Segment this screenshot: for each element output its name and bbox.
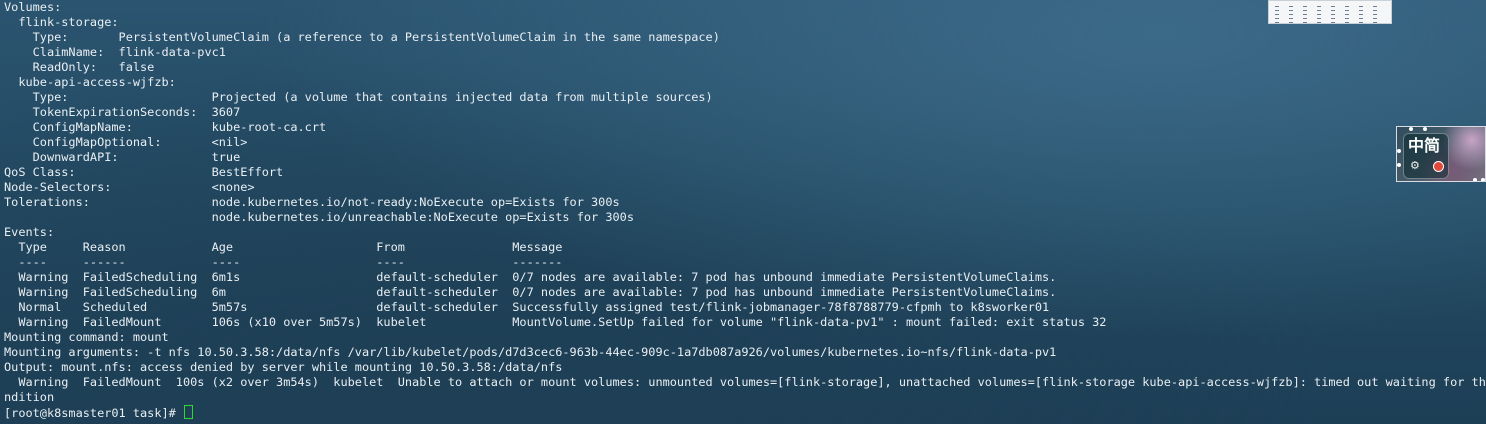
resize-handle[interactable]	[1397, 163, 1401, 167]
thumbnail-row	[1275, 22, 1385, 23]
terminal-line: Mounting arguments: -t nfs 10.50.3.58:/d…	[4, 345, 1057, 359]
ime-mode-label[interactable]: 中简	[1408, 136, 1440, 156]
terminal-line: Node-Selectors: <none>	[4, 180, 255, 194]
thumbnail-row	[1275, 14, 1385, 15]
terminal-line: ConfigMapOptional: <nil>	[4, 135, 248, 149]
thumbnail-row	[1275, 10, 1385, 11]
record-dot-icon[interactable]	[1434, 162, 1443, 171]
terminal-line: ConfigMapName: kube-root-ca.crt	[4, 120, 327, 134]
terminal-line: flink-storage:	[4, 15, 119, 29]
resize-handle[interactable]	[1409, 127, 1413, 131]
terminal-line: ReadOnly: false	[4, 60, 155, 74]
resize-handle[interactable]	[1473, 178, 1477, 181]
terminal-line: node.kubernetes.io/unreachable:NoExecute…	[4, 210, 634, 224]
terminal-line: Warning FailedMount 100s (x2 over 3m54s)…	[4, 375, 1486, 389]
resize-handle[interactable]	[1397, 149, 1401, 153]
thumbnail-row	[1275, 6, 1385, 7]
terminal-line: Normal Scheduled 5m57s default-scheduler…	[4, 300, 1050, 314]
ime-panel[interactable]: 中简 ⚙	[1403, 133, 1449, 179]
terminal-line: kube-api-access-wjfzb:	[4, 75, 176, 89]
terminal-prompt-line[interactable]: [root@k8smaster01 task]#	[4, 405, 1486, 420]
terminal-output[interactable]: Volumes: flink-storage: Type: Persistent…	[4, 0, 1486, 420]
terminal-line: Warning FailedMount 106s (x10 over 5m57s…	[4, 315, 1107, 329]
terminal-line: Type Reason Age From Message	[4, 240, 563, 254]
terminal-line: Tolerations: node.kubernetes.io/not-read…	[4, 195, 620, 209]
window-thumbnail[interactable]	[1268, 0, 1392, 24]
ime-widget[interactable]: 中简 ⚙	[1396, 126, 1486, 182]
terminal-line: ---- ------ ---- ---- -------	[4, 255, 563, 269]
terminal-line: TokenExpirationSeconds: 3607	[4, 105, 241, 119]
resize-handle[interactable]	[1423, 127, 1427, 131]
terminal-line: Volumes:	[4, 0, 62, 14]
text-cursor	[183, 405, 193, 419]
gear-icon[interactable]: ⚙	[1410, 160, 1420, 172]
terminal-line: Warning FailedScheduling 6m default-sche…	[4, 285, 1057, 299]
thumbnail-row	[1275, 18, 1385, 19]
terminal-line: ClaimName: flink-data-pvc1	[4, 45, 226, 59]
terminal-line: Output: mount.nfs: access denied by serv…	[4, 360, 563, 374]
terminal-line: DownwardAPI: true	[4, 150, 241, 164]
terminal-line: Type: Projected (a volume that contains …	[4, 90, 713, 104]
terminal-line: ndition	[4, 390, 55, 404]
terminal-line: QoS Class: BestEffort	[4, 165, 284, 179]
terminal-line: Warning FailedScheduling 6m1s default-sc…	[4, 270, 1057, 284]
terminal-line: Events:	[4, 225, 55, 239]
resize-handle[interactable]	[1481, 178, 1485, 181]
terminal-line: Mounting command: mount	[4, 330, 169, 344]
terminal-line: Type: PersistentVolumeClaim (a reference…	[4, 30, 720, 44]
shell-prompt: [root@k8smaster01 task]#	[4, 406, 183, 420]
